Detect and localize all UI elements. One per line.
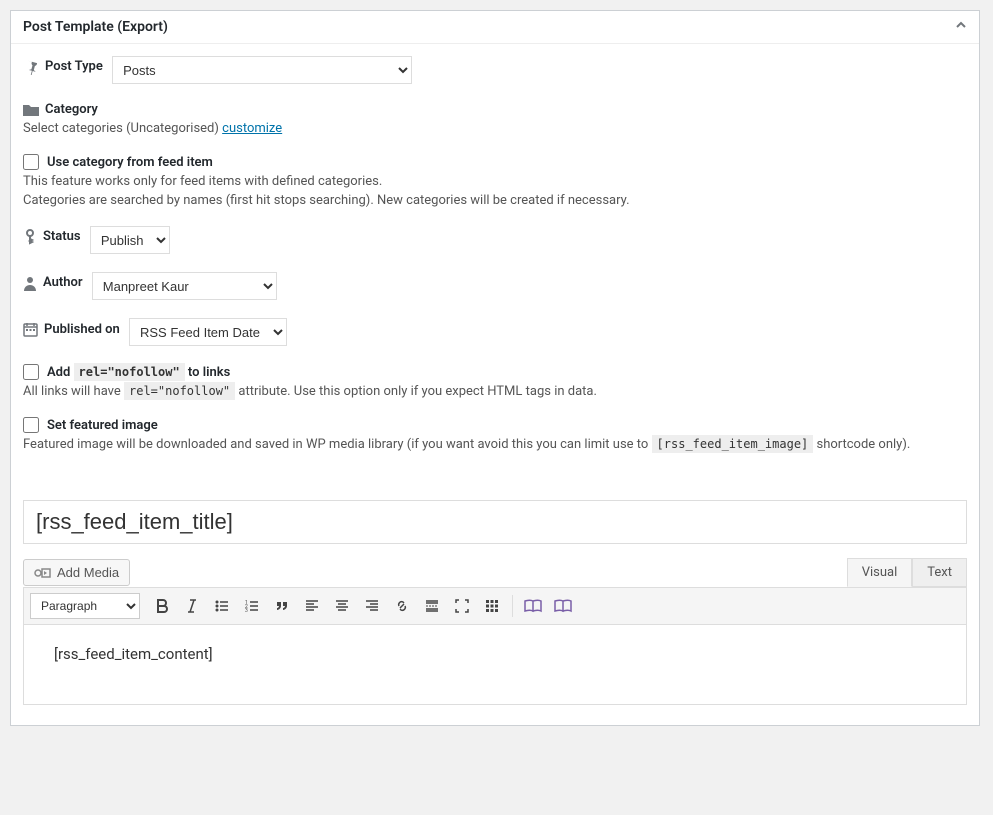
numbered-list-button[interactable]: 123 bbox=[238, 592, 266, 620]
featured-section: Set featured image Featured image will b… bbox=[23, 417, 967, 452]
published-row: Published on RSS Feed Item Date bbox=[23, 318, 967, 346]
toolbar-toggle-button[interactable] bbox=[478, 592, 506, 620]
align-left-icon bbox=[304, 598, 320, 614]
collapse-toggle[interactable] bbox=[955, 19, 967, 35]
editor-content[interactable]: [rss_feed_item_content] bbox=[23, 625, 967, 705]
author-select[interactable]: Manpreet Kaur bbox=[92, 272, 277, 300]
custom-button-2[interactable] bbox=[549, 592, 577, 620]
align-right-icon bbox=[364, 598, 380, 614]
media-row: Add Media Visual Text bbox=[23, 558, 967, 587]
align-center-button[interactable] bbox=[328, 592, 356, 620]
meta-box-body: Post Type Posts Category Select categori… bbox=[11, 44, 979, 725]
italic-icon bbox=[184, 598, 200, 614]
nofollow-code: rel="nofollow" bbox=[74, 363, 185, 381]
post-template-meta-box: Post Template (Export) Post Type Posts C… bbox=[10, 10, 980, 726]
fullscreen-button[interactable] bbox=[448, 592, 476, 620]
use-category-checkbox[interactable] bbox=[23, 154, 39, 170]
meta-box-title: Post Template (Export) bbox=[23, 19, 168, 35]
author-row: Author Manpreet Kaur bbox=[23, 272, 967, 300]
featured-checkbox[interactable] bbox=[23, 417, 39, 433]
use-category-section: Use category from feed item This feature… bbox=[23, 154, 967, 208]
use-category-help2: Categories are searched by names (first … bbox=[23, 193, 967, 208]
read-more-button[interactable] bbox=[418, 592, 446, 620]
folder-icon bbox=[23, 103, 39, 117]
featured-help: Featured image will be downloaded and sa… bbox=[23, 437, 967, 452]
nofollow-section: Add rel="nofollow" to links All links wi… bbox=[23, 364, 967, 399]
status-label: Status bbox=[23, 229, 81, 245]
bold-icon bbox=[154, 598, 170, 614]
published-select[interactable]: RSS Feed Item Date bbox=[129, 318, 287, 346]
blockquote-button[interactable] bbox=[268, 592, 296, 620]
nofollow-help-code: rel="nofollow" bbox=[124, 382, 235, 400]
category-help: Select categories (Uncategorised) custom… bbox=[23, 121, 967, 136]
link-button[interactable] bbox=[388, 592, 416, 620]
media-icon bbox=[34, 566, 52, 580]
custom-button-1[interactable] bbox=[519, 592, 547, 620]
tab-visual[interactable]: Visual bbox=[847, 558, 913, 587]
meta-box-header: Post Template (Export) bbox=[11, 11, 979, 44]
nofollow-help: All links will have rel="nofollow" attri… bbox=[23, 384, 967, 399]
featured-label: Set featured image bbox=[47, 418, 158, 433]
status-select[interactable]: Publish bbox=[90, 226, 170, 254]
post-type-select[interactable]: Posts bbox=[112, 56, 412, 84]
chevron-up-icon bbox=[955, 19, 967, 31]
calendar-icon bbox=[23, 322, 38, 337]
book-icon bbox=[554, 599, 572, 613]
post-type-label: Post Type bbox=[23, 59, 103, 75]
category-heading: Category bbox=[23, 102, 967, 117]
author-label: Author bbox=[23, 275, 83, 291]
format-select[interactable]: Paragraph bbox=[30, 593, 140, 619]
editor-content-text: [rss_feed_item_content] bbox=[54, 645, 213, 663]
category-label-text: Category bbox=[45, 102, 98, 117]
add-media-label: Add Media bbox=[57, 565, 119, 580]
nofollow-label: Add rel="nofollow" to links bbox=[47, 365, 230, 380]
status-row: Status Publish bbox=[23, 226, 967, 254]
svg-text:3: 3 bbox=[245, 608, 248, 614]
published-label-text: Published on bbox=[44, 322, 120, 337]
bullet-list-button[interactable] bbox=[208, 592, 236, 620]
featured-help-code: [rss_feed_item_image] bbox=[652, 435, 814, 453]
customize-link[interactable]: customize bbox=[222, 121, 282, 136]
align-left-button[interactable] bbox=[298, 592, 326, 620]
use-category-help1: This feature works only for feed items w… bbox=[23, 174, 967, 189]
post-title-input[interactable] bbox=[23, 500, 967, 544]
editor-tabs: Visual Text bbox=[847, 558, 967, 587]
editor-toolbar: Paragraph 123 bbox=[23, 587, 967, 625]
align-center-icon bbox=[334, 598, 350, 614]
book-icon bbox=[524, 599, 542, 613]
pin-icon bbox=[23, 59, 39, 75]
tab-text[interactable]: Text bbox=[912, 558, 967, 587]
key-icon bbox=[23, 229, 37, 245]
align-right-button[interactable] bbox=[358, 592, 386, 620]
post-type-label-text: Post Type bbox=[45, 59, 103, 74]
bullet-list-icon bbox=[214, 598, 230, 614]
category-help-text: Select categories (Uncategorised) bbox=[23, 121, 222, 136]
spacer bbox=[23, 470, 967, 500]
category-section: Category Select categories (Uncategorise… bbox=[23, 102, 967, 136]
author-label-text: Author bbox=[43, 275, 83, 290]
published-label: Published on bbox=[23, 322, 120, 337]
nofollow-checkbox[interactable] bbox=[23, 364, 39, 380]
use-category-label: Use category from feed item bbox=[47, 155, 213, 170]
bold-button[interactable] bbox=[148, 592, 176, 620]
post-type-row: Post Type Posts bbox=[23, 56, 967, 84]
read-more-icon bbox=[424, 598, 440, 614]
toolbar-toggle-icon bbox=[484, 598, 500, 614]
italic-button[interactable] bbox=[178, 592, 206, 620]
link-icon bbox=[394, 598, 410, 614]
numbered-list-icon: 123 bbox=[244, 598, 260, 614]
add-media-button[interactable]: Add Media bbox=[23, 559, 130, 586]
quote-icon bbox=[274, 598, 290, 614]
toolbar-divider bbox=[512, 595, 513, 617]
status-label-text: Status bbox=[43, 229, 81, 244]
person-icon bbox=[23, 275, 37, 291]
fullscreen-icon bbox=[454, 598, 470, 614]
